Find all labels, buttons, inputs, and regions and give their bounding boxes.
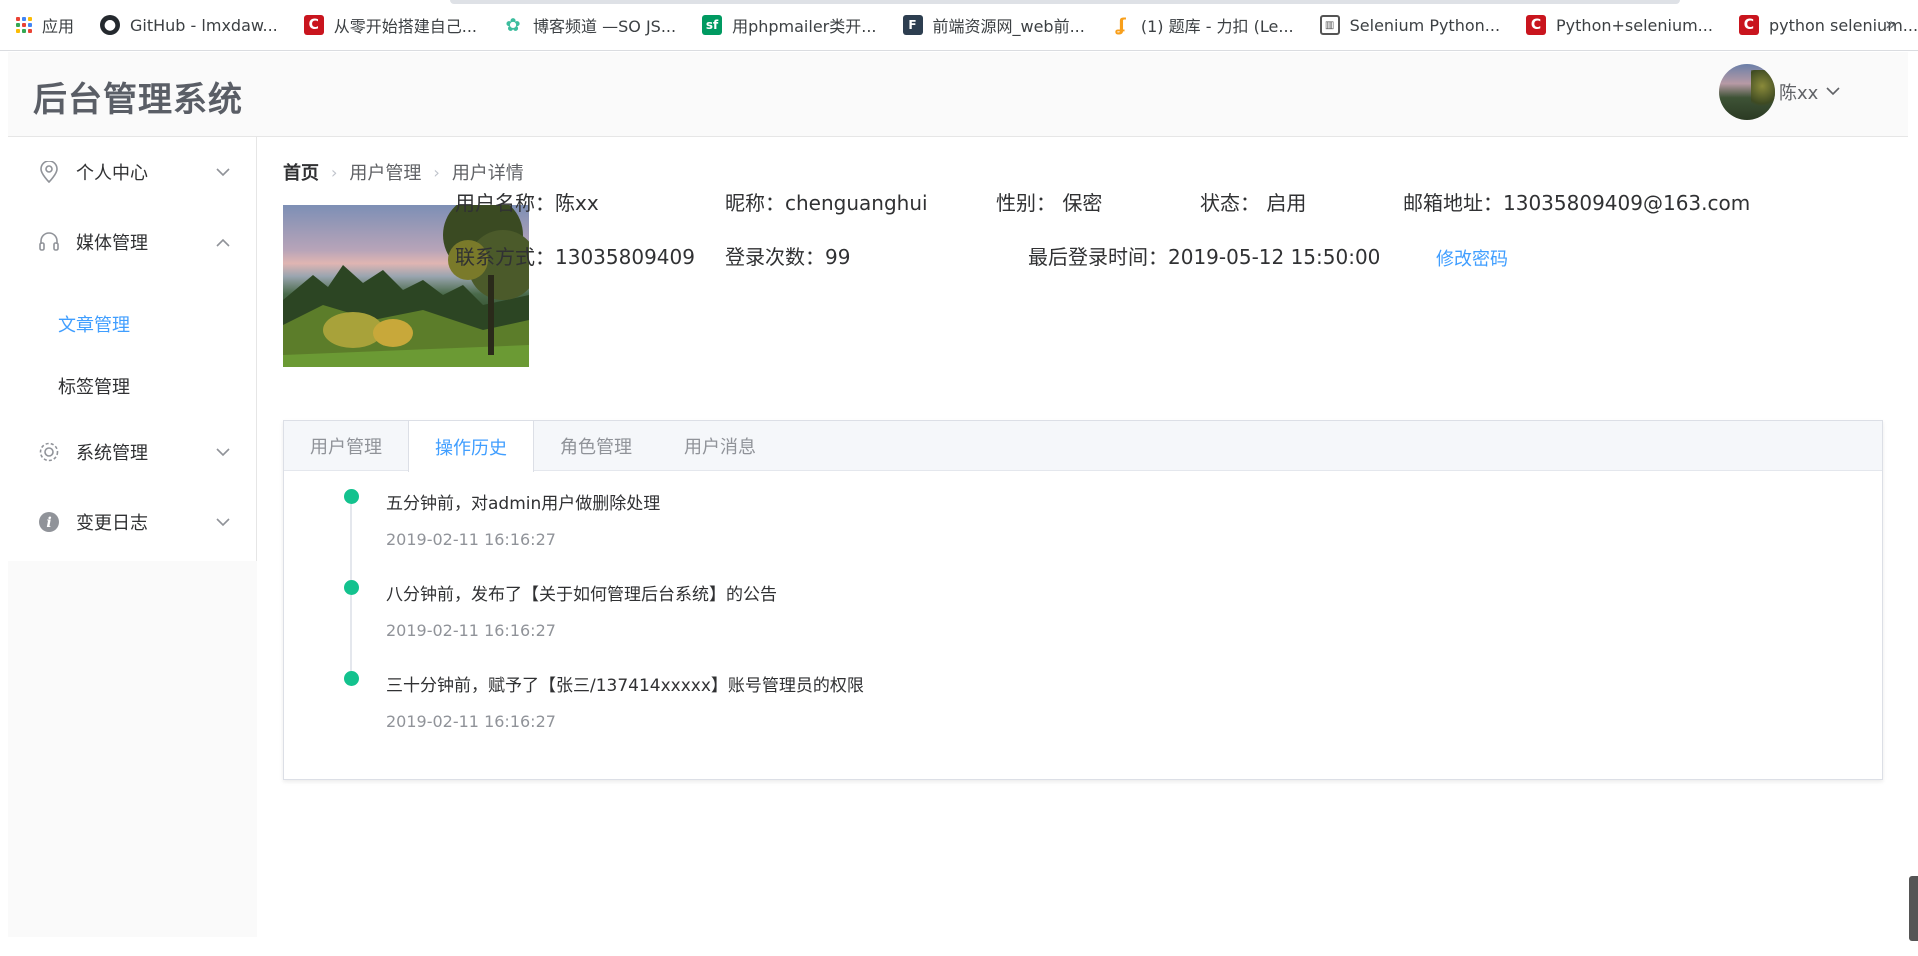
- scrollbar-thumb[interactable]: [1909, 876, 1918, 941]
- sidebar-item-changelog[interactable]: i 变更日志: [8, 487, 256, 557]
- headset-icon: [38, 231, 60, 253]
- info-last-login: 最后登录时间：2019-05-12 15:50:00: [1028, 245, 1381, 269]
- tab-role-management[interactable]: 角色管理: [534, 421, 658, 471]
- breadcrumb-home[interactable]: 首页: [283, 159, 319, 185]
- apps-grid-icon: [16, 17, 32, 33]
- bookmark-csdn-2[interactable]: C Python+selenium...: [1526, 15, 1713, 35]
- info-status: 状态： 启用: [1200, 191, 1307, 215]
- bookmark-label: 博客频道 —SO JS...: [533, 17, 677, 36]
- sidebar-item-media[interactable]: 媒体管理: [8, 207, 256, 277]
- sidebar-footer: [8, 561, 257, 937]
- timeline-line: [350, 504, 352, 580]
- location-icon: [38, 161, 60, 183]
- bookmark-label: 应用: [42, 17, 75, 36]
- info-icon: i: [38, 511, 60, 533]
- timeline-item: 三十分钟前，赋予了【张三/137414xxxxx】账号管理员的权限 2019-0…: [344, 671, 864, 762]
- info-username: 用户名称：陈xx: [455, 191, 599, 215]
- timeline-dot: [344, 671, 359, 686]
- info-login-count: 登录次数：99: [725, 245, 851, 269]
- chevron-down-icon: [216, 441, 230, 462]
- timeline-dot: [344, 580, 359, 595]
- timeline-item: 五分钟前，对admin用户做删除处理 2019-02-11 16:16:27: [344, 489, 864, 580]
- bookmark-label: Python+selenium...: [1556, 15, 1713, 35]
- tab-bar: 用户管理 操作历史 角色管理 用户消息: [284, 421, 1882, 472]
- bookmarks-more-button[interactable]: »: [1885, 14, 1896, 35]
- sidebar-subitem-articles[interactable]: 文章管理: [8, 293, 256, 355]
- sidebar-item-label: 系统管理: [76, 443, 148, 464]
- timeline-item: 八分钟前，发布了【关于如何管理后台系统】的公告 2019-02-11 16:16…: [344, 580, 864, 671]
- csdn-icon: C: [303, 15, 324, 35]
- timeline-content: 三十分钟前，赋予了【张三/137414xxxxx】账号管理员的权限: [386, 676, 864, 696]
- sidebar-subitem-tags[interactable]: 标签管理: [8, 355, 256, 417]
- bookmark-apps[interactable]: 应用: [16, 13, 74, 37]
- info-email: 邮箱地址：13035809409@163.com: [1403, 191, 1751, 215]
- bookmarks-bar: 应用 ● GitHub - lmxdaw... C 从零开始搭建自己... ✿ …: [0, 0, 1918, 51]
- sf-icon: sf: [702, 15, 723, 35]
- bookmark-github[interactable]: ● GitHub - lmxdaw...: [100, 15, 278, 35]
- bookmark-fe[interactable]: F 前端资源网_web前...: [902, 13, 1085, 37]
- chevron-down-icon: [1826, 84, 1840, 100]
- info-phone: 联系方式：13035809409: [455, 245, 695, 269]
- bookmark-label: 用phpmailer类开...: [732, 17, 877, 36]
- timeline-line: [350, 595, 352, 671]
- github-icon: ●: [100, 15, 121, 35]
- bookmark-leetcode[interactable]: ʆ (1) 题库 - 力扣 (Le...: [1111, 13, 1294, 37]
- tab-user-management[interactable]: 用户管理: [284, 421, 408, 471]
- sidebar-item-label: 媒体管理: [76, 233, 148, 254]
- bookmark-selenium[interactable]: ▥ Selenium Python...: [1319, 15, 1501, 35]
- svg-text:i: i: [46, 515, 51, 531]
- chevron-down-icon: [216, 161, 230, 182]
- timeline-time: 2019-02-11 16:16:27: [386, 712, 556, 731]
- info-gender: 性别： 保密: [996, 191, 1103, 215]
- fe-icon: F: [902, 15, 923, 35]
- timeline-time: 2019-02-11 16:16:27: [386, 530, 556, 549]
- main-content: 首页 › 用户管理 › 用户详情 用户名称：陈xx 昵称：chenguanghu…: [258, 137, 1908, 937]
- bookmark-blog[interactable]: ✿ 博客频道 —SO JS...: [503, 13, 676, 37]
- chevron-right-icon: ›: [331, 162, 338, 182]
- breadcrumb: 首页 › 用户管理 › 用户详情: [283, 159, 524, 185]
- timeline-content: 八分钟前，发布了【关于如何管理后台系统】的公告: [386, 585, 777, 605]
- timeline-time: 2019-02-11 16:16:27: [386, 621, 556, 640]
- bookmark-label: 前端资源网_web前...: [932, 17, 1085, 36]
- change-password-link[interactable]: 修改密码: [1436, 245, 1508, 271]
- sidebar: 个人中心 媒体管理 文章管理 标签管理 系统管理 i 变更日志: [8, 137, 257, 937]
- timeline-dot: [344, 489, 359, 504]
- info-nickname: 昵称：chenguanghui: [725, 191, 928, 215]
- detail-tabs-card: 用户管理 操作历史 角色管理 用户消息 五分钟前，对admin用户做删除处理 2…: [283, 420, 1883, 780]
- app-header: 后台管理系统 陈xx: [8, 52, 1908, 137]
- chevron-down-icon: [216, 511, 230, 532]
- avatar[interactable]: [1719, 64, 1775, 120]
- breadcrumb-user-detail: 用户详情: [451, 163, 524, 184]
- bookmark-label: Selenium Python...: [1349, 15, 1501, 35]
- sidebar-item-label: 变更日志: [76, 513, 148, 534]
- bookmark-sf[interactable]: sf 用phpmailer类开...: [702, 13, 877, 37]
- timeline-content: 五分钟前，对admin用户做删除处理: [386, 494, 661, 514]
- user-photo: [283, 205, 529, 367]
- leetcode-icon: ʆ: [1115, 14, 1126, 36]
- app-title: 后台管理系统: [33, 80, 243, 120]
- sidebar-item-label: 个人中心: [76, 163, 148, 184]
- tab-operation-history[interactable]: 操作历史: [408, 421, 534, 472]
- gear-icon: [38, 441, 60, 463]
- bookmark-label: GitHub - lmxdaw...: [130, 15, 278, 35]
- chevron-right-icon: ›: [433, 162, 440, 182]
- user-menu[interactable]: 陈xx: [1719, 64, 1840, 120]
- bookmark-label: (1) 题库 - 力扣 (Le...: [1140, 17, 1294, 36]
- gear-icon: ✿: [505, 14, 521, 36]
- bookmark-label: 从零开始搭建自己...: [333, 17, 478, 36]
- sidebar-item-system[interactable]: 系统管理: [8, 417, 256, 487]
- bookmark-csdn-1[interactable]: C 从零开始搭建自己...: [303, 13, 478, 37]
- csdn-icon: C: [1526, 15, 1547, 35]
- chevron-up-icon: [216, 231, 230, 252]
- operation-timeline: 五分钟前，对admin用户做删除处理 2019-02-11 16:16:27 八…: [344, 489, 864, 762]
- book-icon: ▥: [1319, 15, 1340, 35]
- username: 陈xx: [1779, 83, 1819, 104]
- breadcrumb-user-management[interactable]: 用户管理: [349, 159, 421, 185]
- tab-user-messages[interactable]: 用户消息: [658, 421, 782, 471]
- sidebar-item-personal-center[interactable]: 个人中心: [8, 137, 256, 207]
- csdn-icon: C: [1738, 15, 1759, 35]
